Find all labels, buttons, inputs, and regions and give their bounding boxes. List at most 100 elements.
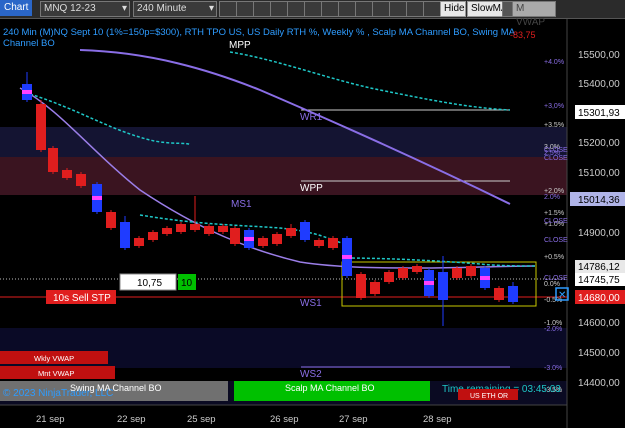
interval-select[interactable]: 240 Minute ▾ bbox=[133, 1, 217, 17]
candle-body bbox=[384, 272, 394, 282]
pct-label: -2.0% bbox=[544, 326, 562, 333]
channel-upper-2 bbox=[229, 51, 511, 111]
toolbar-button-1[interactable] bbox=[219, 1, 237, 17]
candle-body bbox=[286, 228, 296, 236]
wkly-vwap-label: Wkly VWAP bbox=[34, 354, 74, 363]
wpp-label: WPP bbox=[300, 183, 323, 194]
instrument-select[interactable]: MNQ 12-23 ▾ bbox=[40, 1, 130, 17]
toolbar-button-6[interactable] bbox=[304, 1, 322, 17]
candle-body bbox=[120, 222, 130, 248]
resistance-zone-upper bbox=[0, 127, 567, 157]
pct-label: +1.5% bbox=[544, 210, 564, 217]
candle-body bbox=[190, 224, 200, 230]
candle-body bbox=[218, 226, 228, 232]
price-tick: 14400,00 bbox=[578, 378, 620, 389]
candle-body bbox=[452, 268, 462, 278]
sell-stop-label: 10s Sell STP bbox=[53, 293, 111, 304]
pct-label: +4.0% bbox=[544, 59, 564, 66]
quantity-badge-value: 10 bbox=[181, 278, 193, 289]
candle-body bbox=[258, 238, 268, 246]
candle-marker bbox=[22, 90, 32, 94]
candle-body bbox=[62, 170, 72, 178]
toolbar-button-13[interactable] bbox=[423, 1, 441, 17]
wr1-label: WR1 bbox=[300, 112, 323, 123]
pct-label: +3,0% bbox=[544, 103, 564, 110]
us-eth-label: US ETH OR bbox=[470, 393, 508, 400]
date-label: 22 sep bbox=[117, 414, 146, 425]
close-label: CLOSE bbox=[544, 237, 568, 244]
mnt-vwap-label: Mnt VWAP bbox=[38, 369, 74, 378]
candle-body bbox=[508, 286, 518, 302]
header-line-2: Channel BO bbox=[3, 38, 55, 49]
toolbar-button-8[interactable] bbox=[338, 1, 356, 17]
scalp-ma-label: Scalp MA Channel BO bbox=[285, 383, 375, 393]
toolbar-button-3[interactable] bbox=[253, 1, 271, 17]
chevron-down-icon: ▾ bbox=[121, 3, 127, 14]
toolbar-button-2[interactable] bbox=[236, 1, 254, 17]
interval-value: 240 Minute bbox=[137, 3, 187, 14]
slowma-button[interactable]: SlowMA bbox=[467, 1, 508, 17]
candle-body bbox=[134, 238, 144, 246]
price-tick: 14600,00 bbox=[578, 318, 620, 329]
candle-body bbox=[48, 148, 58, 172]
chevron-down-icon: ▾ bbox=[208, 3, 214, 14]
candle-marker bbox=[244, 237, 254, 241]
price-badge-15301: 15301,93 bbox=[578, 108, 620, 119]
candle-body bbox=[176, 224, 186, 232]
ws2-label: WS2 bbox=[300, 369, 322, 380]
pct-label: 0.0% bbox=[544, 281, 560, 288]
swing-ma-label: Swing MA Channel BO bbox=[70, 383, 162, 393]
toolbar-button-7[interactable] bbox=[321, 1, 339, 17]
pct-label: -3.0% bbox=[544, 365, 562, 372]
ms1-label: MS1 bbox=[231, 199, 252, 210]
candle-marker bbox=[424, 281, 434, 285]
toolbar-button-11[interactable] bbox=[389, 1, 407, 17]
date-label: 26 sep bbox=[270, 414, 299, 425]
candle-body bbox=[370, 282, 380, 294]
toolbar-button-4[interactable] bbox=[270, 1, 288, 17]
price-badge-14680: 14680,00 bbox=[578, 293, 620, 304]
candle-body bbox=[300, 222, 310, 240]
candle-marker bbox=[342, 255, 352, 259]
candle-body bbox=[106, 212, 116, 228]
header-change: -83,75 bbox=[510, 30, 536, 40]
candle-body bbox=[356, 274, 366, 298]
chart-toolbar: Chart MNQ 12-23 ▾ 240 Minute ▾ Hide SlowMA… bbox=[0, 0, 625, 28]
chart-tab[interactable]: Chart bbox=[0, 0, 33, 16]
pct-label: 2.0% bbox=[544, 194, 560, 201]
price-tick: 15100,00 bbox=[578, 168, 620, 179]
candle-marker bbox=[92, 196, 102, 200]
pct-label: +3.5% bbox=[544, 122, 564, 129]
candle-body bbox=[466, 266, 476, 276]
price-chart[interactable]: 240 Min (M)NQ Sept 10 (1%=150p=$300), RT… bbox=[0, 19, 625, 428]
price-tick: 15200,00 bbox=[578, 138, 620, 149]
toolbar-button-12[interactable] bbox=[406, 1, 424, 17]
price-badge-14745: 14745,75 bbox=[578, 275, 620, 286]
candle-body bbox=[162, 228, 172, 234]
price-tick: 15500,00 bbox=[578, 50, 620, 61]
price-badge-14786: 14786,12 bbox=[578, 262, 620, 273]
price-badge-15014: 15014,36 bbox=[578, 195, 620, 206]
price-tick: 14500,00 bbox=[578, 348, 620, 359]
ws1-label: WS1 bbox=[300, 298, 322, 309]
quantity-value: 10,75 bbox=[137, 278, 162, 289]
hide-button[interactable]: Hide bbox=[440, 1, 466, 17]
candle-body bbox=[76, 174, 86, 186]
header-line-1: 240 Min (M)NQ Sept 10 (1%=150p=$300), RT… bbox=[3, 27, 516, 38]
date-label: 25 sep bbox=[187, 414, 216, 425]
toolbar-button-5[interactable] bbox=[287, 1, 305, 17]
candle-body bbox=[328, 238, 338, 248]
toolbar-button-9[interactable] bbox=[355, 1, 373, 17]
candle-body bbox=[148, 232, 158, 240]
date-label: 27 sep bbox=[339, 414, 368, 425]
close-label: CLOSE bbox=[544, 218, 568, 225]
instrument-value: MNQ 12-23 bbox=[44, 3, 96, 14]
mvwap-button[interactable]: M VWAP bbox=[512, 1, 556, 28]
candle-body bbox=[438, 272, 448, 300]
date-label: 28 sep bbox=[423, 414, 452, 425]
date-label: 21 sep bbox=[36, 414, 65, 425]
candle-body bbox=[36, 104, 46, 150]
toolbar-button-10[interactable] bbox=[372, 1, 390, 17]
close-label: CLOSE bbox=[544, 147, 568, 154]
pct-label: +0.5% bbox=[544, 254, 564, 261]
